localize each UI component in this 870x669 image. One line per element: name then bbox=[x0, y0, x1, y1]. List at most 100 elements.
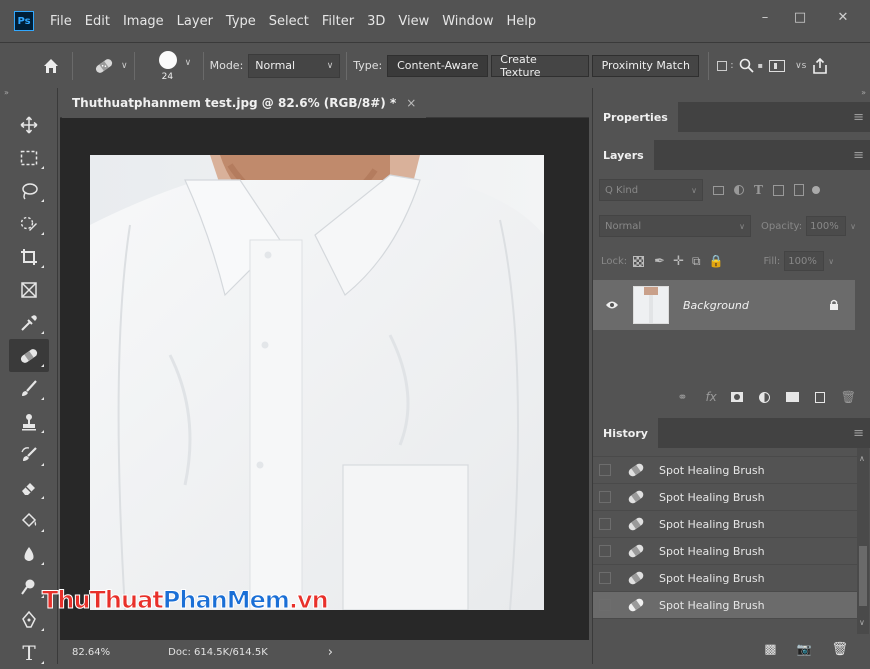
new-document-from-state-icon[interactable]: ▩ bbox=[764, 642, 776, 657]
scroll-down-icon[interactable]: ∨ bbox=[859, 618, 865, 627]
eye-visibility-icon[interactable] bbox=[605, 300, 619, 310]
lock-artboard-icon[interactable]: ⧉ bbox=[692, 254, 701, 269]
maximize-button[interactable]: □ bbox=[785, 6, 815, 28]
clone-stamp-tool[interactable] bbox=[9, 405, 49, 438]
move-tool[interactable] bbox=[9, 108, 49, 141]
doc-size-info[interactable]: Doc: 614.5K/614.5K bbox=[168, 647, 268, 658]
create-snapshot-camera-icon[interactable]: 📷 bbox=[797, 642, 812, 656]
layer-style-fx-icon[interactable]: fx bbox=[705, 390, 716, 404]
new-layer-icon[interactable] bbox=[814, 391, 825, 403]
content-aware-button[interactable]: Content-Aware bbox=[387, 54, 489, 77]
blend-mode-select[interactable]: Normal ∨ bbox=[599, 215, 751, 237]
history-snapshot-checkbox[interactable] bbox=[599, 491, 611, 503]
blur-tool[interactable] bbox=[9, 537, 49, 570]
link-layers-icon[interactable]: ⚭ bbox=[677, 390, 687, 404]
tab-history[interactable]: History bbox=[593, 418, 658, 448]
opacity-input[interactable]: 100% bbox=[806, 216, 847, 236]
menu-type[interactable]: Type bbox=[226, 14, 256, 29]
create-texture-button[interactable]: Create Texture bbox=[491, 53, 590, 79]
lasso-tool[interactable] bbox=[9, 174, 49, 207]
tab-layers[interactable]: Layers bbox=[593, 140, 654, 170]
filter-adjustment-icon[interactable] bbox=[734, 185, 744, 195]
eraser-tool[interactable] bbox=[9, 471, 49, 504]
minimize-button[interactable]: – bbox=[750, 6, 780, 28]
history-item[interactable]: Spot Healing Brush bbox=[593, 511, 857, 538]
scroll-up-icon[interactable]: ∧ bbox=[859, 454, 865, 463]
panel-menu-icon[interactable]: ≡ bbox=[853, 148, 864, 163]
menu-edit[interactable]: Edit bbox=[85, 14, 110, 29]
history-item[interactable]: Spot Healing Brush bbox=[593, 484, 857, 511]
history-item[interactable]: Spot Healing Brush bbox=[593, 565, 857, 592]
crop-tool[interactable] bbox=[9, 240, 49, 273]
new-adjustment-layer-icon[interactable] bbox=[758, 391, 770, 403]
tool-preset-picker[interactable]: ∨ bbox=[93, 57, 128, 75]
history-snapshot-checkbox[interactable] bbox=[599, 572, 611, 584]
history-item[interactable]: Spot Healing Brush bbox=[593, 538, 857, 565]
panel-collapse-arrows-icon[interactable]: » bbox=[4, 88, 9, 97]
new-group-folder-icon[interactable] bbox=[785, 392, 799, 402]
filter-type-icon[interactable]: T bbox=[754, 183, 763, 197]
status-arrow-icon[interactable]: › bbox=[328, 645, 333, 660]
history-snapshot-checkbox[interactable] bbox=[599, 599, 611, 611]
close-window-button[interactable]: ✕ bbox=[828, 6, 858, 28]
menu-help[interactable]: Help bbox=[507, 14, 537, 29]
history-snapshot-checkbox[interactable] bbox=[599, 518, 611, 530]
kind-filter-select[interactable]: Q Kind ∨ bbox=[599, 179, 703, 201]
menu-filter[interactable]: Filter bbox=[322, 14, 354, 29]
filter-shape-icon[interactable] bbox=[772, 184, 784, 196]
brush-size-picker[interactable]: 24 ∨ bbox=[151, 46, 197, 86]
delete-state-trash-icon[interactable]: 🗑 bbox=[831, 642, 848, 657]
quick-selection-tool[interactable] bbox=[9, 207, 49, 240]
tab-properties[interactable]: Properties bbox=[593, 102, 678, 132]
zoom-level[interactable]: 82.64% bbox=[72, 647, 110, 658]
filter-smart-object-icon[interactable] bbox=[793, 184, 804, 196]
document-tab[interactable]: Thuthuatphanmem test.jpg @ 82.6% (RGB/8#… bbox=[62, 88, 427, 118]
chevron-down-icon[interactable]: ∨ bbox=[850, 222, 856, 231]
home-button[interactable] bbox=[36, 51, 66, 81]
paint-bucket-tool[interactable] bbox=[9, 504, 49, 537]
chevron-down-icon[interactable]: ∨ bbox=[828, 257, 834, 266]
layer-row-background[interactable]: Background bbox=[593, 280, 855, 330]
history-item-selected[interactable]: Spot Healing Brush bbox=[593, 592, 857, 619]
menu-view[interactable]: View bbox=[398, 14, 429, 29]
workspace-switcher-icon[interactable] bbox=[769, 59, 786, 72]
lock-transparent-pixels-icon[interactable] bbox=[633, 255, 645, 267]
history-item[interactable]: Spot Healing Brush bbox=[593, 457, 857, 484]
menu-layer[interactable]: Layer bbox=[177, 14, 213, 29]
canvas[interactable] bbox=[60, 118, 589, 640]
menu-image[interactable]: Image bbox=[123, 14, 164, 29]
type-tool[interactable]: T bbox=[9, 636, 49, 669]
mode-select[interactable]: Normal ∨ bbox=[248, 53, 341, 78]
history-snapshot-checkbox[interactable] bbox=[599, 545, 611, 557]
menu-select[interactable]: Select bbox=[269, 14, 309, 29]
marquee-tool[interactable] bbox=[9, 141, 49, 174]
menu-file[interactable]: File bbox=[50, 14, 72, 29]
spot-healing-brush-tool[interactable] bbox=[9, 339, 49, 372]
delete-layer-trash-icon[interactable]: 🗑 bbox=[841, 390, 856, 404]
filter-pixel-icon[interactable] bbox=[713, 185, 724, 195]
proximity-match-button[interactable]: Proximity Match bbox=[592, 54, 700, 77]
history-scrollbar[interactable]: ∧ ∨ bbox=[857, 448, 869, 634]
filter-toggle-icon[interactable] bbox=[811, 186, 820, 194]
share-icon[interactable] bbox=[812, 57, 828, 74]
lock-position-icon[interactable]: ✛ bbox=[673, 254, 684, 269]
menu-window[interactable]: Window bbox=[442, 14, 493, 29]
panel-collapse-arrows-icon[interactable]: » bbox=[861, 88, 866, 97]
scroll-thumb[interactable] bbox=[859, 546, 867, 606]
lock-image-pixels-icon[interactable]: ✒ bbox=[654, 254, 665, 269]
close-document-icon[interactable]: × bbox=[406, 96, 416, 110]
layer-name[interactable]: Background bbox=[683, 299, 749, 312]
sample-all-layers-checkbox[interactable] bbox=[717, 60, 728, 71]
eyedropper-tool[interactable] bbox=[9, 306, 49, 339]
panel-menu-icon[interactable]: ≡ bbox=[853, 110, 864, 125]
history-brush-tool[interactable] bbox=[9, 438, 49, 471]
menu-3d[interactable]: 3D bbox=[367, 14, 385, 29]
lock-all-icon[interactable]: 🔒 bbox=[709, 254, 724, 268]
frame-tool[interactable] bbox=[9, 273, 49, 306]
fill-input[interactable]: 100% bbox=[784, 251, 825, 271]
add-mask-icon[interactable] bbox=[730, 392, 743, 402]
search-icon[interactable] bbox=[739, 58, 754, 73]
panel-menu-icon[interactable]: ≡ bbox=[853, 426, 864, 441]
brush-tool[interactable] bbox=[9, 372, 49, 405]
history-snapshot-checkbox[interactable] bbox=[599, 464, 611, 476]
